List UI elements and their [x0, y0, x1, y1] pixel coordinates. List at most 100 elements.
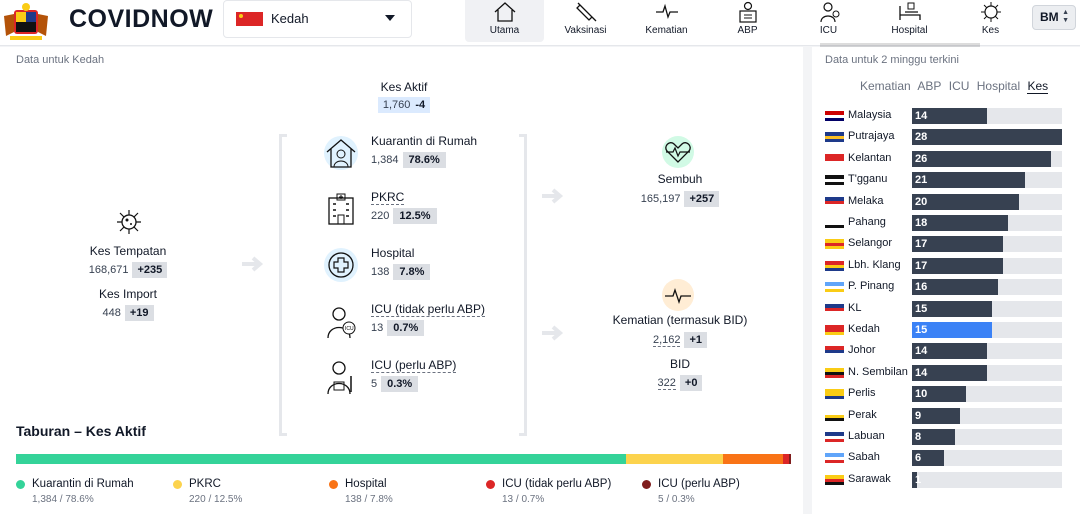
category-value: 138: [371, 266, 390, 278]
arrow-right-icon: [542, 325, 564, 341]
state-flag-icon: [825, 346, 844, 357]
recovered-value: 165,197: [640, 193, 681, 205]
bar-track: 6: [912, 450, 1062, 467]
state-name: Labuan: [848, 430, 885, 442]
category-value: 220: [371, 210, 390, 222]
deaths-value[interactable]: 2,162: [652, 334, 681, 347]
state-name: Melaka: [848, 194, 884, 207]
legend-label: Hospital: [345, 478, 387, 490]
state-flag-icon: [825, 303, 844, 314]
category-value-row: 220 12.5%: [371, 208, 437, 224]
bar-fill: 26: [912, 150, 1052, 167]
nav-hospital[interactable]: Hospital: [870, 0, 949, 42]
state-row[interactable]: T'gganu 21: [812, 171, 1080, 189]
distribution-segment[interactable]: [788, 454, 792, 464]
state-row[interactable]: Malaysia 14: [812, 107, 1080, 125]
state-row[interactable]: N. Sembilan 14: [812, 364, 1080, 382]
select-arrows-icon: ▲ ▼: [1062, 9, 1069, 24]
legend-value: 1,384 / 78.6%: [32, 494, 94, 505]
category-label[interactable]: ICU (tidak perlu ABP): [371, 302, 486, 317]
legend-value: 5 / 0.3%: [658, 494, 695, 505]
state-row[interactable]: Lbh. Klang 17: [812, 257, 1080, 275]
state-row[interactable]: Sarawak 1: [812, 471, 1080, 489]
tab-hospital[interactable]: Hospital: [977, 79, 1020, 93]
state-row[interactable]: Perlis 10: [812, 385, 1080, 403]
state-row[interactable]: Labuan 8: [812, 428, 1080, 446]
side-subtitle: Data untuk 2 minggu terkini: [825, 54, 959, 66]
legend-label: ICU (perlu ABP): [658, 478, 740, 490]
category-label[interactable]: ICU (perlu ABP): [371, 358, 457, 373]
state-flag-icon: [825, 282, 844, 293]
state-row[interactable]: Selangor 17: [812, 235, 1080, 253]
legend-value: 13 / 0.7%: [502, 494, 545, 505]
medical-cross-icon: [324, 248, 358, 282]
distribution-segment[interactable]: [16, 454, 626, 464]
bar-track: 9: [912, 407, 1062, 424]
legend-value: 138 / 7.8%: [345, 494, 393, 505]
bar-value: 9: [915, 409, 922, 422]
legend-value: 220 / 12.5%: [189, 494, 243, 505]
language-select[interactable]: BM ▲ ▼: [1032, 5, 1076, 30]
bar-fill: 28: [912, 129, 1062, 146]
metric-tabs: Kematian ABP ICU Hospital Kes: [860, 79, 1052, 94]
nav-kes[interactable]: Kes: [951, 0, 1030, 42]
bar-value: 21: [915, 174, 928, 187]
malaysia-coat-of-arms-icon[interactable]: [0, 2, 52, 42]
bar-fill: 6: [912, 450, 945, 467]
distribution-segment[interactable]: [722, 454, 784, 464]
tab-kes[interactable]: Kes: [1027, 79, 1049, 94]
category-icu-no-ventilator: ICU ICU (tidak perlu ABP) 13 0.7%: [322, 302, 522, 352]
ventilator-patient-icon: [327, 361, 352, 395]
state-row[interactable]: Johor 14: [812, 342, 1080, 360]
local-cases-delta: +235: [132, 262, 168, 278]
local-cases-value: 168,671: [88, 264, 129, 276]
tab-icu[interactable]: ICU: [949, 79, 970, 93]
state-row[interactable]: Pahang 18: [812, 214, 1080, 232]
nav-abp[interactable]: ABP: [708, 0, 787, 42]
nav-vaksinasi[interactable]: Vaksinasi: [546, 0, 625, 42]
state-name: KL: [848, 301, 862, 314]
state-row[interactable]: Perak 9: [812, 407, 1080, 425]
data-subtitle: Data untuk Kedah: [16, 54, 105, 66]
state-row[interactable]: KL 15: [812, 300, 1080, 318]
bid-label: BID: [669, 357, 690, 371]
category-percent: 0.7%: [387, 320, 425, 336]
heartbeat-line-icon: [655, 3, 678, 20]
active-delta: -4: [410, 97, 431, 113]
legend-dot: [642, 480, 651, 489]
state-row[interactable]: Sabah 6: [812, 449, 1080, 467]
category-label: Kuarantin di Rumah: [371, 134, 478, 148]
state-name: Selangor: [848, 237, 893, 250]
nav-kematian[interactable]: Kematian: [627, 0, 706, 42]
bar-track: 15: [912, 322, 1062, 338]
state-selector[interactable]: Kedah: [223, 0, 412, 38]
kedah-flag-icon: [236, 12, 263, 26]
state-row[interactable]: Putrajaya 28: [812, 128, 1080, 146]
icu-doctor-icon: [819, 2, 839, 23]
tab-kematian[interactable]: Kematian: [860, 79, 911, 93]
category-percent: 0.3%: [381, 376, 419, 392]
bar-fill: 15: [912, 300, 993, 317]
bar-track: 15: [912, 300, 1062, 317]
brand-title[interactable]: COVIDNOW: [69, 5, 213, 34]
category-label[interactable]: PKRC: [371, 190, 405, 205]
nav-label: Kes: [981, 25, 1000, 36]
state-row[interactable]: Kelantan 26: [812, 150, 1080, 168]
state-row[interactable]: Melaka 20: [812, 193, 1080, 211]
bar-value: 17: [915, 259, 928, 272]
state-row[interactable]: Kedah 15: [812, 321, 1080, 339]
nav-icu[interactable]: ICU: [789, 0, 868, 42]
bid-value[interactable]: 322: [657, 377, 676, 390]
bar-fill: 18: [912, 215, 1009, 231]
state-row[interactable]: P. Pinang 16: [812, 278, 1080, 296]
legend-label: Kuarantin di Rumah: [32, 478, 134, 490]
bar-track: 26: [912, 150, 1062, 167]
virus-icon: [980, 2, 1001, 22]
bar-value: 6: [915, 452, 922, 465]
import-cases-delta: +19: [124, 305, 154, 321]
distribution-segment[interactable]: [625, 454, 723, 464]
bar-track: 18: [912, 215, 1062, 231]
nav-utama[interactable]: Utama: [465, 0, 544, 42]
tab-abp[interactable]: ABP: [917, 79, 941, 93]
language-value: BM: [1040, 10, 1059, 24]
